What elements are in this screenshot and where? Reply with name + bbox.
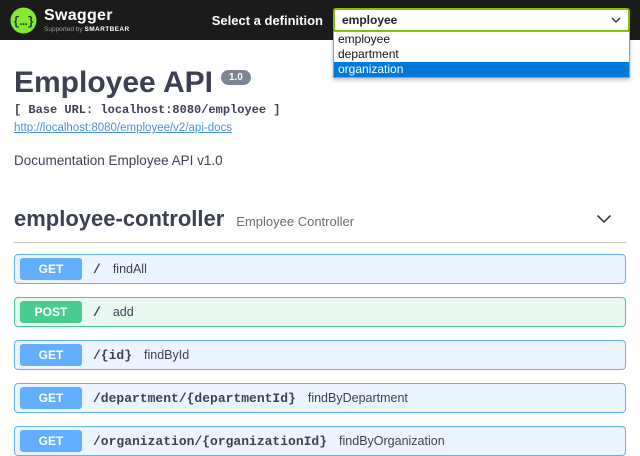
definition-select-label: Select a definition xyxy=(211,12,323,28)
operation-path: / xyxy=(93,261,101,277)
operation-path: /department/{departmentId} xyxy=(93,390,296,406)
operation-summary: findById xyxy=(144,348,190,362)
main-content: Employee API 1.0 [ Base URL: localhost:80… xyxy=(0,66,640,456)
swagger-brand: {…} Swagger Supported by SMARTBEAR xyxy=(10,7,130,34)
dropdown-option-department[interactable]: department xyxy=(334,47,629,62)
definition-select-value: employee xyxy=(342,13,398,27)
brand-subtitle: Supported by SMARTBEAR xyxy=(44,25,130,33)
method-badge: GET xyxy=(20,344,82,366)
dropdown-option-employee[interactable]: employee xyxy=(334,32,629,47)
api-docs-link[interactable]: http://localhost:8080/employee/v2/api-do… xyxy=(14,122,232,134)
operation-summary: findAll xyxy=(112,262,147,276)
definition-select[interactable]: employee xyxy=(333,8,630,32)
dropdown-option-organization[interactable]: organization xyxy=(334,62,629,77)
api-description: Documentation Employee API v1.0 xyxy=(14,153,223,168)
page-title: Employee API xyxy=(14,66,213,99)
tag-name: employee-controller xyxy=(14,206,225,231)
api-info: Employee API 1.0 [ Base URL: localhost:80… xyxy=(14,66,626,168)
operation-path: /{id} xyxy=(93,347,133,363)
swagger-logo-icon: {…} xyxy=(10,7,37,34)
chevron-down-icon xyxy=(594,209,622,229)
definition-dropdown: employee department organization xyxy=(333,31,630,78)
operation-row[interactable]: GET /{id} findById xyxy=(14,340,626,370)
svg-text:{…}: {…} xyxy=(13,15,35,29)
operation-row[interactable]: GET /department/{departmentId} findByDep… xyxy=(14,383,626,413)
method-badge: GET xyxy=(20,387,82,409)
method-badge: POST xyxy=(20,301,82,323)
operation-summary: findByDepartment xyxy=(307,391,408,405)
tag-header-employee-controller[interactable]: employee-controller Employee Controller xyxy=(14,198,626,243)
operation-row[interactable]: POST / add xyxy=(14,297,626,327)
method-badge: GET xyxy=(20,258,82,280)
base-url: [ Base URL: localhost:8080/employee ] xyxy=(14,103,281,117)
operation-summary: add xyxy=(112,305,134,319)
chevron-down-icon xyxy=(610,14,622,26)
operation-row[interactable]: GET /organization/{organizationId} findB… xyxy=(14,426,626,456)
tag-description: Employee Controller xyxy=(236,213,355,229)
operation-row[interactable]: GET / findAll xyxy=(14,254,626,284)
definition-select-group: Select a definition employee xyxy=(212,8,630,32)
brand-title: Swagger xyxy=(44,7,113,25)
operation-summary: findByOrganization xyxy=(339,434,445,448)
operations-list: GET / findAll POST / add GET /{id} findB… xyxy=(14,254,626,456)
version-badge: 1.0 xyxy=(220,70,251,85)
operation-path: / xyxy=(93,304,101,320)
operation-path: /organization/{organizationId} xyxy=(93,433,328,449)
